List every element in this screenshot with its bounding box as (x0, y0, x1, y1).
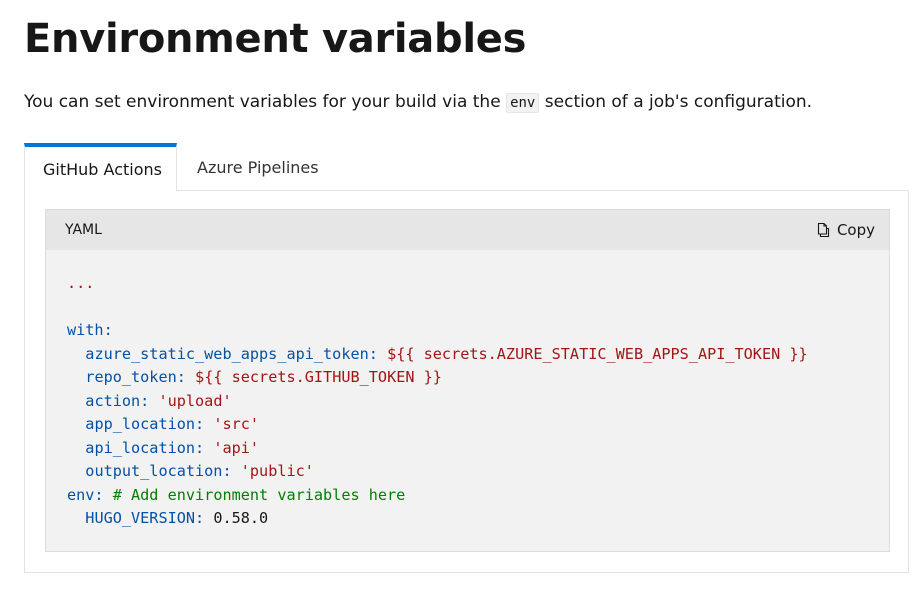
yaml-value-action: 'upload' (158, 391, 232, 410)
page-title: Environment variables (24, 16, 527, 62)
copy-label: Copy (836, 221, 875, 239)
yaml-value-app-location: 'src' (213, 415, 260, 433)
yaml-key-api-location: api_location: (85, 438, 205, 457)
yaml-key-hugo-version: HUGO_VERSION: (85, 509, 205, 527)
code-header: YAML Copy (46, 210, 889, 250)
yaml-key-api-token: azure_static_web_apps_api_token: (85, 344, 378, 363)
intro-text-before: You can set environment variables for yo… (24, 92, 507, 112)
yaml-key-with: with: (67, 321, 113, 339)
yaml-value-output-location: 'public' (240, 462, 314, 480)
code-block: YAML Copy ... with: azure_static_web_app… (45, 209, 890, 552)
yaml-key-output-location: output_location: (85, 462, 232, 480)
tab-github-actions[interactable]: GitHub Actions (24, 143, 177, 191)
intro-text-after: section of a job's configuration. (539, 92, 813, 112)
yaml-key-action: action: (85, 391, 150, 410)
tab-panel: YAML Copy ... with: azure_static_web_app… (24, 190, 909, 573)
yaml-value-hugo-version: 0.58.0 (213, 509, 269, 527)
yaml-comment-env: # Add environment variables here (112, 485, 406, 504)
code-content: ... with: azure_static_web_apps_api_toke… (46, 250, 889, 531)
intro-paragraph: You can set environment variables for yo… (24, 89, 812, 116)
yaml-key-app-location: app_location: (85, 415, 205, 433)
tab-azure-pipelines[interactable]: Azure Pipelines (177, 143, 337, 191)
yaml-value-api-token: ${{ secrets.AZURE_STATIC_WEB_APPS_API_TO… (387, 344, 808, 363)
code-line-ellipsis: ... (67, 274, 95, 292)
code-language-label: YAML (65, 222, 102, 238)
copy-icon (815, 222, 831, 238)
yaml-key-env: env: (67, 485, 104, 504)
tab-list: GitHub Actions Azure Pipelines (24, 143, 337, 191)
yaml-value-api-location: 'api' (213, 438, 260, 457)
yaml-value-repo-token: ${{ secrets.GITHUB_TOKEN }} (195, 368, 442, 386)
copy-button[interactable]: Copy (815, 221, 875, 239)
yaml-key-repo-token: repo_token: (85, 368, 186, 386)
inline-code-env: env (506, 93, 540, 113)
